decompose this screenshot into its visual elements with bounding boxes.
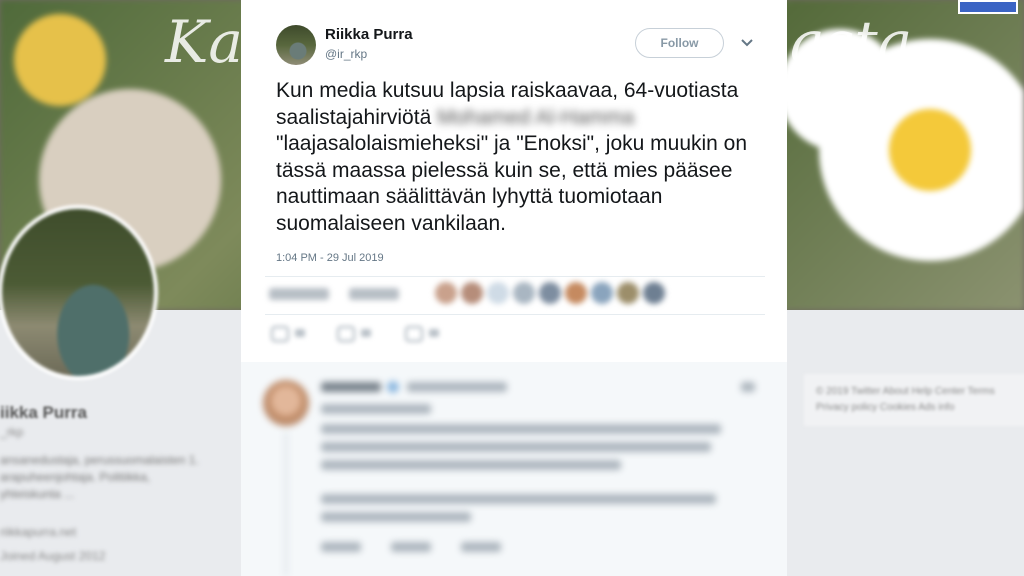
- divider: [265, 276, 765, 277]
- redacted-name: Mohamed Al-Hamma: [437, 105, 635, 129]
- reply-to-blurred: [321, 404, 431, 414]
- profile-website: riikkapurra.net: [0, 525, 77, 539]
- liker-avatar: [643, 282, 665, 304]
- reply-handle-blurred: [407, 382, 507, 392]
- engagement-stats-blurred: [265, 278, 665, 312]
- like-count-blurred: [429, 329, 439, 337]
- chevron-down-icon[interactable]: [738, 34, 756, 52]
- reply-thread-line: [285, 432, 287, 576]
- reply-text-line: [321, 424, 721, 434]
- liker-avatar: [513, 282, 535, 304]
- divider: [265, 314, 765, 315]
- profile-meta: riikkapurra.net Joined August 2012: [0, 520, 105, 568]
- follow-button[interactable]: Follow: [635, 28, 724, 58]
- reply-icon[interactable]: [271, 326, 289, 342]
- profile-name: iikka Purra: [0, 403, 87, 422]
- liker-avatar: [591, 282, 613, 304]
- tweet-actions-blurred: [271, 323, 571, 345]
- reply-tweet-blurred: [241, 362, 787, 576]
- tweet-text: Kun media kutsuu lapsia raiskaavaa, 64-v…: [276, 78, 766, 237]
- reply-text-line: [321, 442, 711, 452]
- like-icon[interactable]: [405, 326, 423, 342]
- profile-handle: _rkp: [0, 425, 24, 439]
- retweet-icon[interactable]: [337, 326, 355, 342]
- liker-avatar: [539, 282, 561, 304]
- profile-avatar: [0, 205, 158, 380]
- liker-avatar: [435, 282, 457, 304]
- header-script-text-left: Ka: [165, 8, 243, 76]
- header-corner-button: [958, 0, 1018, 14]
- reply-text-line: [321, 494, 716, 504]
- footer-line-1: © 2019 Twitter About Help Center Terms: [816, 386, 995, 397]
- like-count-blurred: [349, 288, 399, 300]
- liker-avatar: [461, 282, 483, 304]
- liker-avatar: [565, 282, 587, 304]
- reply-avatar: [263, 380, 309, 426]
- reply-text-line: [321, 512, 471, 522]
- tweet-timestamp[interactable]: 1:04 PM - 29 Jul 2019: [276, 252, 384, 264]
- tweet-text-part-2: "laajasalolaismieheksi" ja "Enoksi", jok…: [276, 132, 748, 235]
- profile-joined-date: Joined August 2012: [0, 549, 106, 563]
- reply-action-blurred: [461, 542, 501, 552]
- author-handle[interactable]: @ir_rkp: [325, 47, 367, 61]
- page-footer-links: © 2019 Twitter About Help Center Terms P…: [804, 374, 1024, 426]
- reply-action-blurred: [321, 542, 361, 552]
- reply-action-blurred: [391, 542, 431, 552]
- verified-icon: [387, 381, 399, 393]
- retweet-count-blurred: [361, 329, 371, 337]
- footer-line-2: Privacy policy Cookies Ads info: [816, 402, 955, 413]
- reply-text-line: [321, 460, 621, 470]
- liker-avatar: [487, 282, 509, 304]
- reply-caret-blurred: [741, 382, 755, 392]
- profile-bio: ansanedustaja, perussuomalaisten 1. arap…: [0, 453, 199, 501]
- reply-content-blurred: [241, 362, 787, 576]
- reply-count-blurred: [295, 329, 305, 337]
- author-name[interactable]: Riikka Purra: [325, 26, 413, 43]
- liker-avatar: [617, 282, 639, 304]
- reply-author-blurred: [321, 382, 381, 392]
- tweet-card: Riikka Purra @ir_rkp Follow Kun media ku…: [241, 0, 787, 576]
- retweet-count-blurred: [269, 288, 329, 300]
- author-avatar[interactable]: [276, 25, 316, 65]
- header-script-text-right: asta: [790, 8, 913, 76]
